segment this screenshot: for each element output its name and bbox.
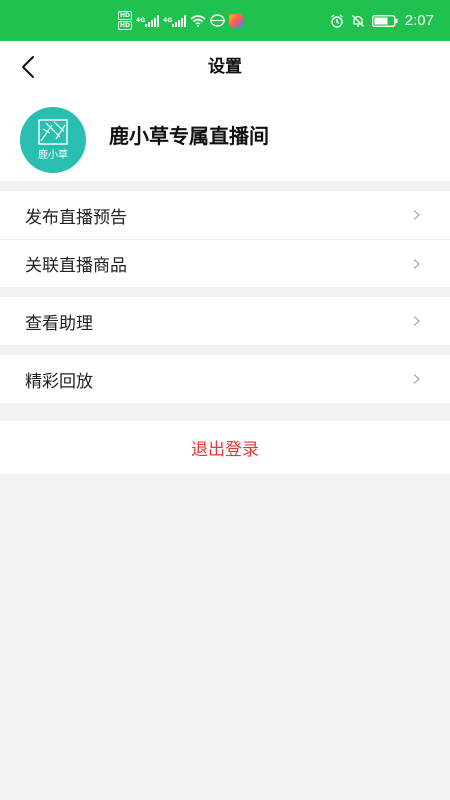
menu-item-label: 发布直播预告 xyxy=(25,207,127,228)
battery-icon xyxy=(371,14,398,27)
status-time: 2:07 xyxy=(404,12,434,29)
menu-item-label: 精彩回放 xyxy=(25,371,93,392)
menu-item-label: 查看助理 xyxy=(25,313,93,334)
hd-label-1: HD xyxy=(118,11,133,20)
chevron-right-icon xyxy=(413,258,420,269)
back-button[interactable] xyxy=(12,51,44,83)
network-type-1: 4G xyxy=(136,16,146,24)
menu-group-assistant: 查看助理 xyxy=(0,297,450,345)
back-arrow-icon xyxy=(22,56,34,78)
status-right-icons: 2:07 xyxy=(330,0,434,41)
menu-group-live: 发布直播预告 关联直播商品 xyxy=(0,191,450,287)
status-left-icons: HD HD 4G 4G xyxy=(118,0,244,41)
logout-button[interactable]: 退出登录 xyxy=(0,421,450,474)
app-notification-icon xyxy=(229,13,244,28)
alarm-icon xyxy=(330,13,344,28)
menu-item-link-products[interactable]: 关联直播商品 xyxy=(0,239,450,287)
network-type-2: 4G xyxy=(163,16,173,24)
deer-logo-icon xyxy=(38,119,68,145)
hd-indicator-icon: HD HD xyxy=(118,11,133,30)
avatar: 鹿小草 xyxy=(20,107,86,173)
page-title: 设置 xyxy=(208,57,242,77)
wifi-icon xyxy=(190,14,206,27)
menu-item-publish-preview[interactable]: 发布直播预告 xyxy=(0,191,450,239)
signal-2-icon: 4G xyxy=(163,14,187,27)
profile-card: 鹿小草 鹿小草专属直播间 xyxy=(0,94,450,181)
menu-group-replay: 精彩回放 xyxy=(0,355,450,403)
room-name: 鹿小草专属直播间 xyxy=(109,124,269,148)
chevron-right-icon xyxy=(413,374,420,384)
signal-1-icon: 4G xyxy=(136,14,160,27)
chevron-right-icon xyxy=(413,210,420,220)
menu-item-highlight-replay[interactable]: 精彩回放 xyxy=(0,355,450,403)
browser-icon xyxy=(210,14,225,27)
status-bar: HD HD 4G 4G 2:07 xyxy=(0,0,450,41)
menu-item-label: 关联直播商品 xyxy=(25,256,127,276)
menu-item-view-assistant[interactable]: 查看助理 xyxy=(0,297,450,345)
avatar-label: 鹿小草 xyxy=(38,150,68,161)
hd-label-2: HD xyxy=(118,21,133,30)
chevron-right-icon xyxy=(413,316,420,326)
header: 设置 xyxy=(0,41,450,94)
mute-bell-icon xyxy=(351,14,365,28)
